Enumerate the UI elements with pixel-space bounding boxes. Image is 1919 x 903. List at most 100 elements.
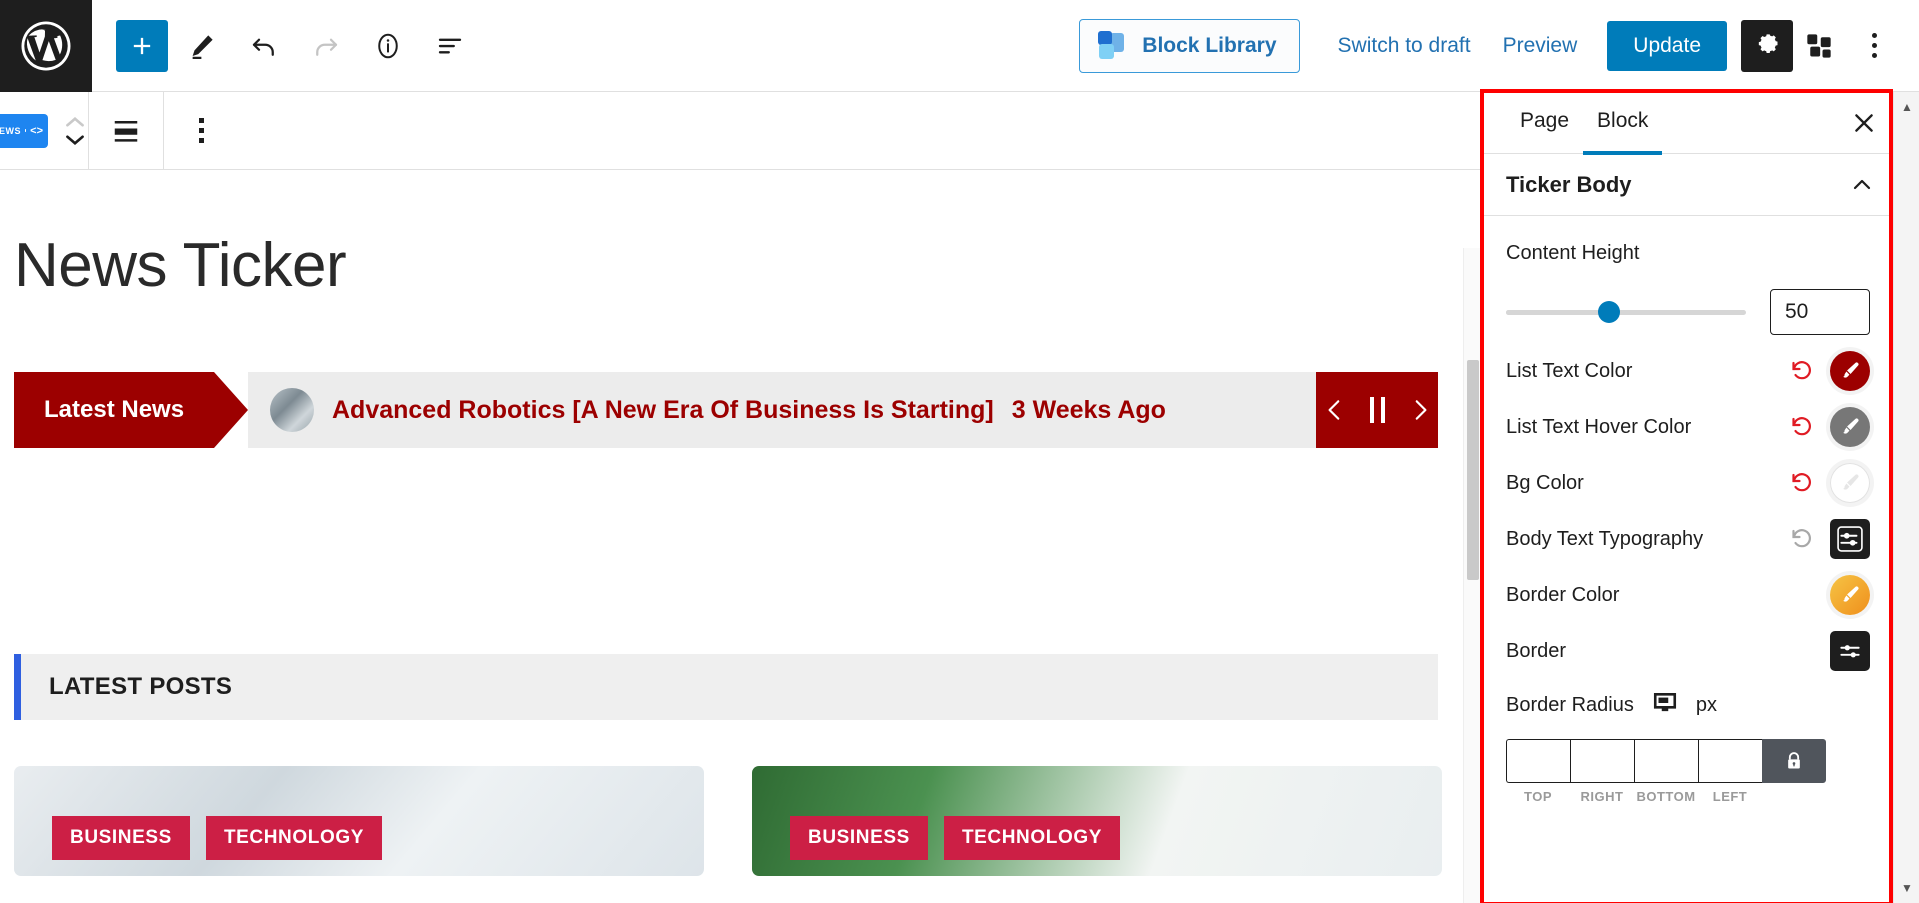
control-list-text-hover-color: List Text Hover Color (1506, 399, 1870, 455)
control-label: Body Text Typography (1506, 527, 1704, 550)
category-tag[interactable]: BUSINESS (52, 816, 190, 861)
chevron-up-icon (66, 116, 84, 127)
scroll-up-arrow[interactable]: ▲ (1894, 94, 1919, 120)
canvas-scrollbar[interactable] (1463, 248, 1481, 903)
block-library-button[interactable]: Block Library (1079, 18, 1300, 73)
edit-tool-button[interactable] (174, 18, 230, 74)
block-mover-buttons[interactable] (62, 114, 88, 148)
radius-bottom-input[interactable] (1634, 739, 1698, 783)
content-height-input[interactable]: 50 (1770, 289, 1870, 335)
border-radius-field: Border Radius px (1506, 679, 1870, 731)
control-label: Border (1506, 639, 1567, 662)
chevron-left-icon[interactable] (1322, 395, 1348, 425)
tab-block[interactable]: Block (1583, 91, 1663, 155)
reset-button[interactable] (1782, 407, 1822, 447)
color-swatch[interactable] (1830, 351, 1870, 391)
reset-icon (1792, 417, 1811, 436)
paintbrush-icon (1843, 586, 1859, 602)
desktop-icon[interactable] (1652, 690, 1678, 721)
chevron-up-icon (1853, 179, 1871, 189)
border-radius-labels: TOP RIGHT BOTTOM LEFT (1506, 789, 1870, 804)
ticker-timestamp: 3 Weeks Ago (1011, 395, 1166, 424)
radius-label-top: TOP (1524, 789, 1552, 804)
sidebar-content: Content Height 50 List Text Color List T… (1482, 216, 1894, 804)
section-ticker-body[interactable]: Ticker Body (1482, 154, 1894, 216)
latest-posts-heading: LATEST POSTS (49, 673, 233, 701)
control-list-text-color: List Text Color (1506, 343, 1870, 399)
category-tag[interactable]: TECHNOLOGY (205, 816, 382, 861)
ticker-headline[interactable]: Advanced Robotics [A New Era Of Business… (332, 396, 994, 425)
reset-button[interactable] (1782, 519, 1822, 559)
more-options-button[interactable] (1851, 20, 1897, 72)
color-swatch[interactable] (1830, 575, 1870, 615)
ticker-controls (1316, 372, 1438, 449)
block-options-button[interactable] (164, 92, 238, 170)
radius-top-input[interactable] (1506, 739, 1570, 783)
category-tag[interactable]: BUSINESS (790, 816, 928, 861)
latest-posts-header: LATEST POSTS (14, 654, 1438, 721)
scroll-down-arrow[interactable]: ▼ (1894, 875, 1919, 901)
align-button[interactable] (89, 92, 163, 170)
block-toolbar: NEWS <> (0, 91, 1481, 170)
post-card[interactable]: BUSINESS TECHNOLOGY (752, 766, 1442, 877)
tab-page[interactable]: Page (1506, 91, 1583, 155)
info-button[interactable] (360, 18, 416, 74)
blocks-panel-button[interactable] (1793, 20, 1845, 72)
canvas-scrollbar-thumb[interactable] (1467, 360, 1479, 580)
editor-root: Block Library Switch to draft Preview Up… (0, 0, 1919, 903)
align-icon (114, 120, 138, 142)
close-icon (1855, 113, 1873, 132)
control-label: List Text Color (1506, 359, 1633, 382)
editor-column: NEWS <> (0, 91, 1481, 903)
card-tags: BUSINESS TECHNOLOGY (790, 816, 1120, 861)
paintbrush-icon (1843, 418, 1859, 434)
category-tag[interactable]: TECHNOLOGY (943, 816, 1120, 861)
radius-right-input[interactable] (1570, 739, 1634, 783)
sliders-icon (1837, 638, 1863, 664)
add-block-button[interactable] (116, 19, 168, 72)
ticker-arrow-shape (214, 372, 248, 449)
chevron-right-icon[interactable] (1407, 395, 1433, 425)
post-card[interactable]: BUSINESS TECHNOLOGY (14, 766, 704, 877)
radius-label-bottom: BOTTOM (1636, 789, 1696, 804)
card-tags: BUSINESS TECHNOLOGY (52, 816, 382, 861)
toolbar-right-group: Block Library Switch to draft Preview Up… (1079, 0, 1919, 91)
radius-left-input[interactable] (1698, 739, 1762, 783)
link-radius-lock-button[interactable] (1762, 739, 1826, 783)
redo-button[interactable] (298, 18, 354, 74)
post-cards: BUSINESS TECHNOLOGY BUSINESS TECHNOLOGY (14, 766, 1467, 877)
news-ticker-block[interactable]: Latest News Advanced Robotics [A New Era… (14, 372, 1438, 449)
border-radius-unit: px (1695, 693, 1717, 716)
pause-icon[interactable] (1369, 397, 1385, 424)
border-radius-inputs (1506, 739, 1870, 783)
undo-button[interactable] (236, 18, 292, 74)
content-height-label: Content Height (1506, 242, 1640, 264)
preview-button[interactable]: Preview (1487, 24, 1594, 68)
typography-settings-button[interactable] (1830, 519, 1870, 559)
border-settings-button[interactable] (1830, 631, 1870, 671)
slider-thumb[interactable] (1598, 301, 1621, 323)
news-ticker-block-icon[interactable]: NEWS <> (0, 113, 48, 148)
control-border-color: Border Color (1506, 567, 1870, 623)
block-mover-group: NEWS <> (0, 92, 88, 169)
color-swatch[interactable] (1830, 407, 1870, 447)
sidebar-scrollbar[interactable]: ▲ ▼ (1893, 92, 1919, 903)
border-radius-label: Border Radius (1506, 693, 1634, 716)
content-height-slider[interactable] (1506, 301, 1746, 323)
top-toolbar: Block Library Switch to draft Preview Up… (0, 0, 1919, 92)
wordpress-logo-icon[interactable] (0, 0, 92, 92)
color-swatch[interactable] (1830, 463, 1870, 503)
reset-button[interactable] (1782, 351, 1822, 391)
settings-gear-button[interactable] (1741, 19, 1793, 72)
content-height-field: Content Height 50 (1506, 242, 1870, 335)
sidebar-tabs: Page Block (1482, 91, 1894, 155)
switch-to-draft-button[interactable]: Switch to draft (1322, 24, 1487, 68)
update-button[interactable]: Update (1607, 20, 1727, 71)
reset-button[interactable] (1782, 463, 1822, 503)
close-sidebar-button[interactable] (1840, 99, 1888, 147)
list-view-button[interactable] (422, 18, 478, 74)
page-title[interactable]: News Ticker (14, 231, 1467, 300)
ticker-thumbnail (270, 388, 314, 433)
ticker-body: Advanced Robotics [A New Era Of Business… (248, 372, 1316, 449)
ticker-label: Latest News (14, 372, 214, 449)
